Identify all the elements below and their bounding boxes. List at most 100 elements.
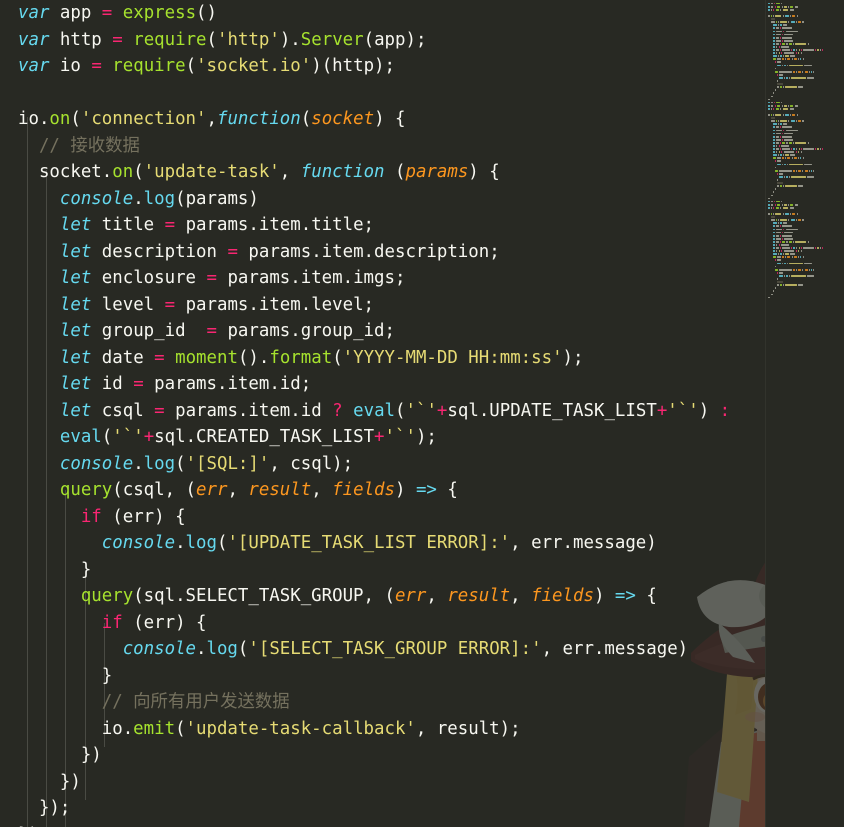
code-token: '[SQL:]' (185, 453, 270, 474)
code-token: 'update-task' (143, 162, 280, 182)
code-token: '`' (112, 427, 144, 447)
code-token: Server (300, 29, 364, 50)
code-token: require (133, 29, 207, 50)
line-var-app[interactable]: var app = express() (0, 0, 765, 27)
code-token: app (49, 3, 102, 23)
line-comment-receive-data[interactable]: // 接收数据 (0, 133, 765, 160)
line-let-level[interactable]: let level = params.item.level; (0, 292, 765, 319)
line-close-socket-on[interactable]: }); (0, 795, 765, 822)
line-console-log-sql[interactable]: console.log('[SQL:]', csql); (0, 451, 765, 478)
code-token: '`' (667, 400, 699, 421)
code-token: enclosure (91, 268, 207, 288)
line-console-log-update-task-list-error[interactable]: console.log('[UPDATE_TASK_LIST ERROR]:',… (0, 530, 765, 557)
code-token: var (18, 3, 50, 23)
code-minimap[interactable] (765, 0, 844, 827)
code-token: ) { (374, 109, 406, 129)
line-close-if-1[interactable]: } (0, 557, 765, 584)
line-query-select-task-group[interactable]: query(sql.SELECT_TASK_GROUP, (err, resul… (0, 583, 765, 610)
code-token: eval (59, 427, 102, 447)
code-token: ( (300, 109, 312, 129)
code-token: params.item.id (164, 400, 333, 421)
line-let-csql[interactable]: let csql = params.item.id ? eval('`'+sql… (0, 398, 765, 425)
code-token: . (196, 639, 207, 659)
line-console-log-params[interactable]: console.log(params) (0, 186, 765, 213)
line-socket-on-update-task[interactable]: socket.on('update-task', function (param… (0, 159, 765, 186)
minimap-divider (765, 0, 766, 827)
code-token: } (18, 665, 113, 686)
minimap-line (768, 296, 842, 299)
code-token: let (59, 241, 92, 262)
line-blank-1[interactable] (0, 80, 765, 107)
code-token: (app); (363, 29, 427, 50)
code-token: ) (593, 586, 615, 606)
code-token: . (175, 533, 186, 553)
line-let-enclosure[interactable]: let enclosure = params.item.imgs; (0, 265, 765, 292)
line-close-io-on[interactable]: }); (0, 822, 765, 827)
line-let-date[interactable]: let date = moment().format('YYYY-MM-DD H… (0, 345, 765, 372)
line-close-if-2[interactable]: } (0, 663, 765, 690)
code-token: ( (216, 533, 228, 553)
line-let-title[interactable]: let title = params.item.title; (0, 212, 765, 239)
code-token: => (614, 586, 636, 606)
code-token: params.item.id; (143, 374, 312, 394)
code-token: 'socket.io' (196, 56, 312, 76)
code-token: log (206, 639, 238, 659)
line-let-id[interactable]: let id = params.item.id; (0, 371, 765, 398)
code-token: let (59, 400, 92, 421)
code-token: query (80, 586, 134, 606)
code-token: moment (175, 347, 238, 368)
code-token: let (59, 294, 92, 315)
line-var-io[interactable]: var io = require('socket.io')(http); (0, 53, 765, 80)
code-token: ( (332, 347, 343, 368)
code-token: 'update-task-callback' (185, 718, 416, 739)
code-token: fields (531, 586, 594, 606)
code-token: ? (332, 400, 343, 421)
code-token: level (91, 294, 165, 315)
code-token: 'YYYY-MM-DD HH:mm:ss' (342, 347, 563, 368)
code-token: ). (279, 29, 301, 50)
line-io-emit-callback[interactable]: io.emit('update-task-callback', result); (0, 716, 765, 743)
line-close-query-inner[interactable]: }) (0, 742, 765, 769)
line-var-http[interactable]: var http = require('http').Server(app); (0, 27, 765, 54)
code-token: io. (18, 109, 50, 129)
code-token: , (510, 586, 532, 606)
code-token: err (394, 586, 427, 606)
code-token: ( (101, 427, 113, 447)
code-token: ( (175, 453, 186, 474)
code-token: + (143, 427, 155, 447)
code-token: id (91, 374, 134, 394)
line-if-err-1[interactable]: if (err) { (0, 504, 765, 531)
code-token: , (426, 586, 448, 606)
code-token: ( (175, 718, 186, 739)
code-token: { (635, 586, 657, 606)
code-token: io. (18, 718, 134, 739)
code-token: . (133, 453, 144, 474)
line-console-log-select-task-group-error[interactable]: console.log('[SELECT_TASK_GROUP ERROR]:'… (0, 636, 765, 663)
line-close-query-outer[interactable]: }) (0, 769, 765, 796)
code-token: = (154, 347, 165, 368)
code-token: var (18, 56, 50, 76)
line-io-on-connection[interactable]: io.on('connection',function(socket) { (0, 106, 765, 133)
code-token: if (80, 506, 102, 527)
code-token: on (49, 109, 71, 129)
code-token: (err) { (101, 506, 186, 527)
line-eval-created-task-list[interactable]: eval('`'+sql.CREATED_TASK_LIST+'`'); (0, 424, 765, 451)
code-token: . (133, 188, 144, 209)
code-lines[interactable]: var app = express() var http = require('h… (0, 0, 765, 827)
code-token: () (196, 3, 217, 23)
line-comment-send-all-users[interactable]: // 向所有用户发送数据 (0, 689, 765, 716)
code-token: + (656, 400, 668, 421)
line-let-description[interactable]: let description = params.item.descriptio… (0, 239, 765, 266)
code-token: log (143, 188, 176, 209)
code-token: , (206, 109, 217, 129)
code-editor-viewport[interactable]: var app = express() var http = require('h… (0, 0, 765, 827)
code-token: params.group_id; (216, 321, 395, 341)
line-query-csql[interactable]: query(csql, (err, result, fields) => { (0, 477, 765, 504)
code-token: }) (18, 771, 81, 792)
line-if-err-2[interactable]: if (err) { (0, 610, 765, 637)
line-let-group-id[interactable]: let group_id = params.group_id; (0, 318, 765, 345)
code-token: , err.message) (510, 533, 657, 553)
